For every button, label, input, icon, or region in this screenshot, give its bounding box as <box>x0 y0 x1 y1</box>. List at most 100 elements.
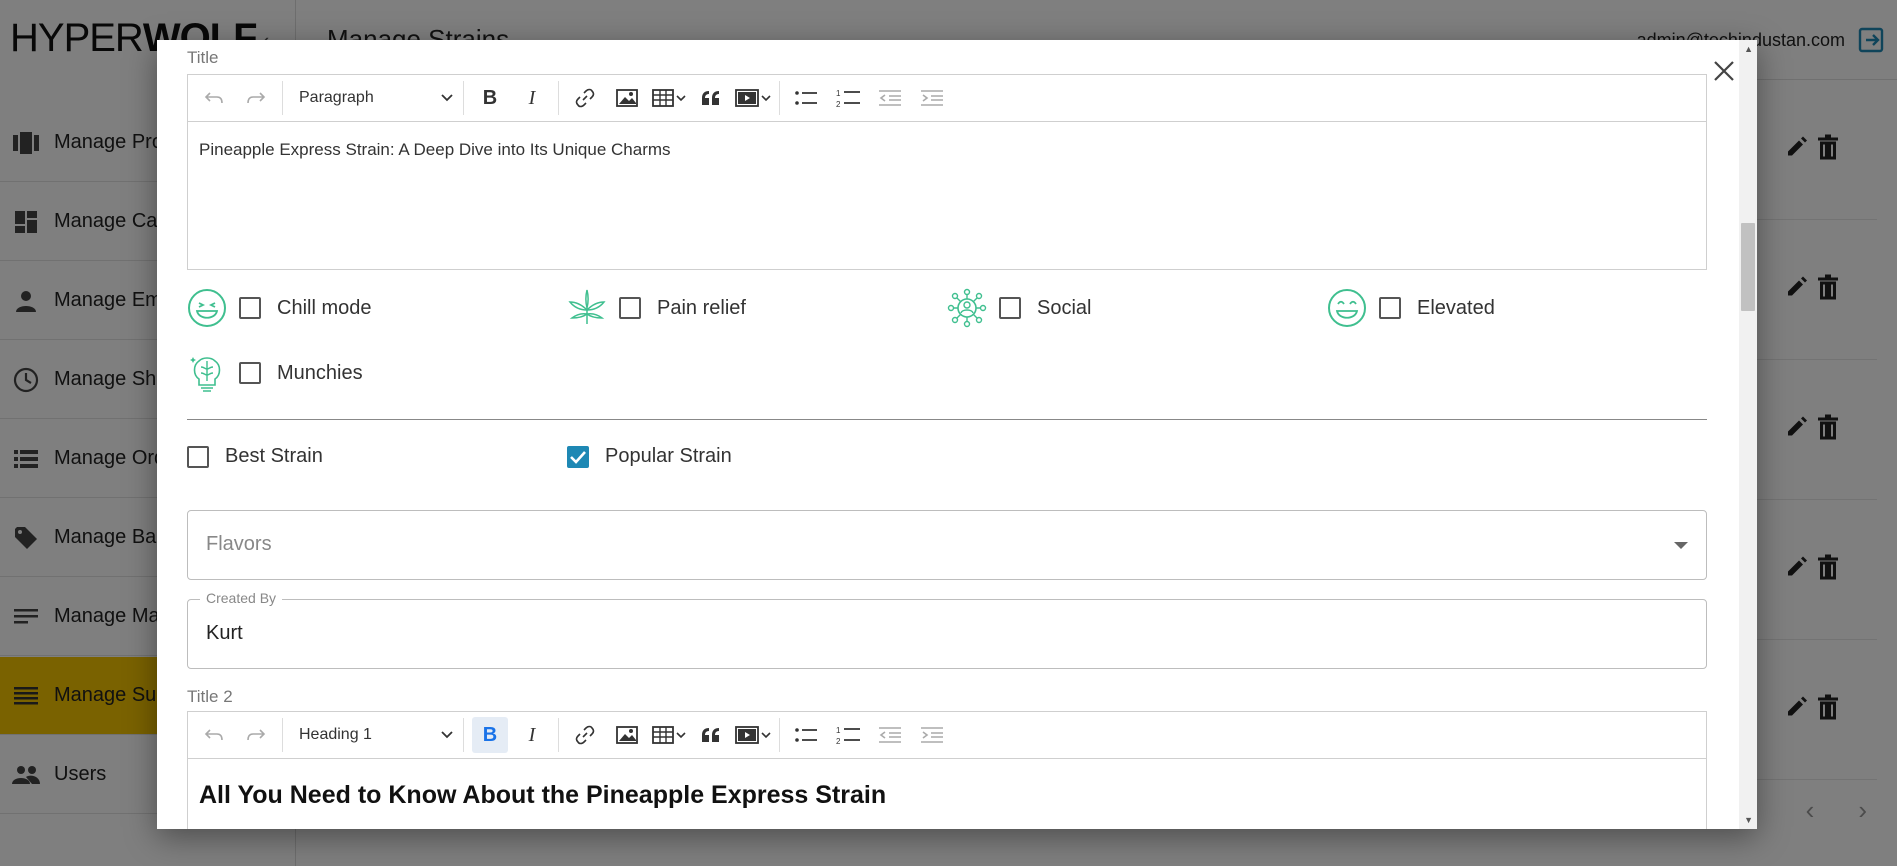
bold-icon: B <box>482 86 498 109</box>
table-button[interactable] <box>651 80 687 116</box>
bold-icon: B <box>482 723 498 746</box>
best-strain-label: Best Strain <box>225 445 323 467</box>
modal-scrollbar[interactable]: ▲ ▼ <box>1739 40 1757 829</box>
title-label: Title <box>187 48 219 67</box>
popular-strain-checkbox[interactable] <box>567 445 589 468</box>
scroll-down-icon[interactable]: ▼ <box>1744 815 1753 825</box>
link-button[interactable] <box>567 717 603 753</box>
indent-icon <box>921 90 943 106</box>
created-by-value: Kurt <box>206 622 243 644</box>
undo-button[interactable] <box>196 717 232 753</box>
elevated-label: Elevated <box>1417 296 1495 319</box>
title-rich-text-editor: Paragraph B I 12 Pineapple Express Strai… <box>187 74 1707 270</box>
block-format-value: Heading 1 <box>299 726 372 743</box>
media-embed-button[interactable] <box>735 717 771 753</box>
best-strain-checkbox[interactable] <box>187 445 209 468</box>
flavors-select[interactable]: Flavors <box>187 510 1707 580</box>
edit-strain-modal: ▲ ▼ Title Paragraph B I 12 Pineapple Exp… <box>157 40 1757 829</box>
svg-text:1: 1 <box>836 89 841 98</box>
brain-bulb-icon <box>190 357 221 392</box>
svg-text:1: 1 <box>836 726 841 735</box>
quote-icon <box>702 91 719 105</box>
bold-button[interactable]: B <box>472 80 508 116</box>
bold-button[interactable]: B <box>472 717 508 753</box>
outdent-icon <box>879 90 901 106</box>
munchies-checkbox[interactable] <box>239 362 261 384</box>
image-icon <box>616 726 638 744</box>
outdent-icon <box>879 727 901 743</box>
undo-button[interactable] <box>196 80 232 116</box>
numbered-list-icon: 12 <box>836 726 860 745</box>
pain-relief-label: Pain relief <box>657 296 746 319</box>
table-icon <box>652 726 686 744</box>
outdent-button[interactable] <box>872 80 908 116</box>
mood-pain-relief: Pain relief <box>567 288 746 328</box>
bulleted-list-button[interactable] <box>788 717 824 753</box>
social-label: Social <box>1037 296 1092 319</box>
block-format-select[interactable]: Heading 1 <box>291 717 461 753</box>
redo-button[interactable] <box>238 717 274 753</box>
pain-relief-checkbox[interactable] <box>619 297 641 319</box>
media-embed-button[interactable] <box>735 80 771 116</box>
chevron-down-icon <box>441 94 453 102</box>
bulleted-list-icon <box>795 91 817 105</box>
mood-social: Social <box>947 288 1091 328</box>
undo-icon <box>204 729 223 741</box>
table-button[interactable] <box>651 717 687 753</box>
title-editor-content[interactable]: Pineapple Express Strain: A Deep Dive in… <box>188 122 1706 178</box>
outdent-button[interactable] <box>872 717 908 753</box>
italic-icon: I <box>528 723 536 746</box>
smile-face-icon <box>188 289 226 327</box>
popular-strain-option: Popular Strain <box>567 445 732 468</box>
created-by-field[interactable]: Created By Kurt <box>187 590 1707 669</box>
italic-button[interactable]: I <box>514 80 550 116</box>
checkmark-icon <box>570 450 586 464</box>
image-button[interactable] <box>609 717 645 753</box>
title-2-rich-text-editor: Heading 1 B I 12 All You Need to Know Ab… <box>187 711 1707 829</box>
grin-face-icon <box>1328 289 1366 327</box>
social-checkbox[interactable] <box>999 297 1021 319</box>
chill-mode-checkbox[interactable] <box>239 297 261 319</box>
link-icon <box>575 725 595 745</box>
indent-button[interactable] <box>914 80 950 116</box>
created-by-label: Created By <box>200 590 283 606</box>
bulleted-list-button[interactable] <box>788 80 824 116</box>
leaf-icon <box>568 289 606 324</box>
quote-icon <box>702 728 719 742</box>
scroll-up-icon[interactable]: ▲ <box>1744 44 1753 54</box>
svg-text:2: 2 <box>836 100 841 108</box>
redo-button[interactable] <box>238 80 274 116</box>
elevated-checkbox[interactable] <box>1379 297 1401 319</box>
best-strain-option: Best Strain <box>187 445 323 468</box>
close-modal-button[interactable] <box>1709 56 1739 86</box>
italic-button[interactable]: I <box>514 717 550 753</box>
bulleted-list-icon <box>795 728 817 742</box>
dropdown-arrow-icon <box>1674 542 1688 549</box>
title-2-editor-content[interactable]: All You Need to Know About the Pineapple… <box>188 759 1706 829</box>
social-network-icon <box>947 288 987 328</box>
title-2-label: Title 2 <box>187 687 233 706</box>
numbered-list-button[interactable]: 12 <box>830 717 866 753</box>
mood-elevated: Elevated <box>1327 288 1495 328</box>
undo-icon <box>204 92 223 104</box>
blockquote-button[interactable] <box>693 717 729 753</box>
numbered-list-button[interactable]: 12 <box>830 80 866 116</box>
link-button[interactable] <box>567 80 603 116</box>
media-icon <box>735 89 771 107</box>
media-icon <box>735 726 771 744</box>
chevron-down-icon <box>441 731 453 739</box>
section-divider <box>187 419 1707 420</box>
editor-toolbar: Heading 1 B I 12 <box>188 712 1706 759</box>
image-button[interactable] <box>609 80 645 116</box>
indent-button[interactable] <box>914 717 950 753</box>
scroll-thumb[interactable] <box>1741 223 1755 311</box>
block-format-select[interactable]: Paragraph <box>291 80 461 116</box>
italic-icon: I <box>528 86 536 109</box>
svg-text:2: 2 <box>836 737 841 745</box>
indent-icon <box>921 727 943 743</box>
close-icon <box>1714 61 1734 81</box>
numbered-list-icon: 12 <box>836 89 860 108</box>
block-format-value: Paragraph <box>299 89 374 106</box>
blockquote-button[interactable] <box>693 80 729 116</box>
popular-strain-label: Popular Strain <box>605 445 732 467</box>
